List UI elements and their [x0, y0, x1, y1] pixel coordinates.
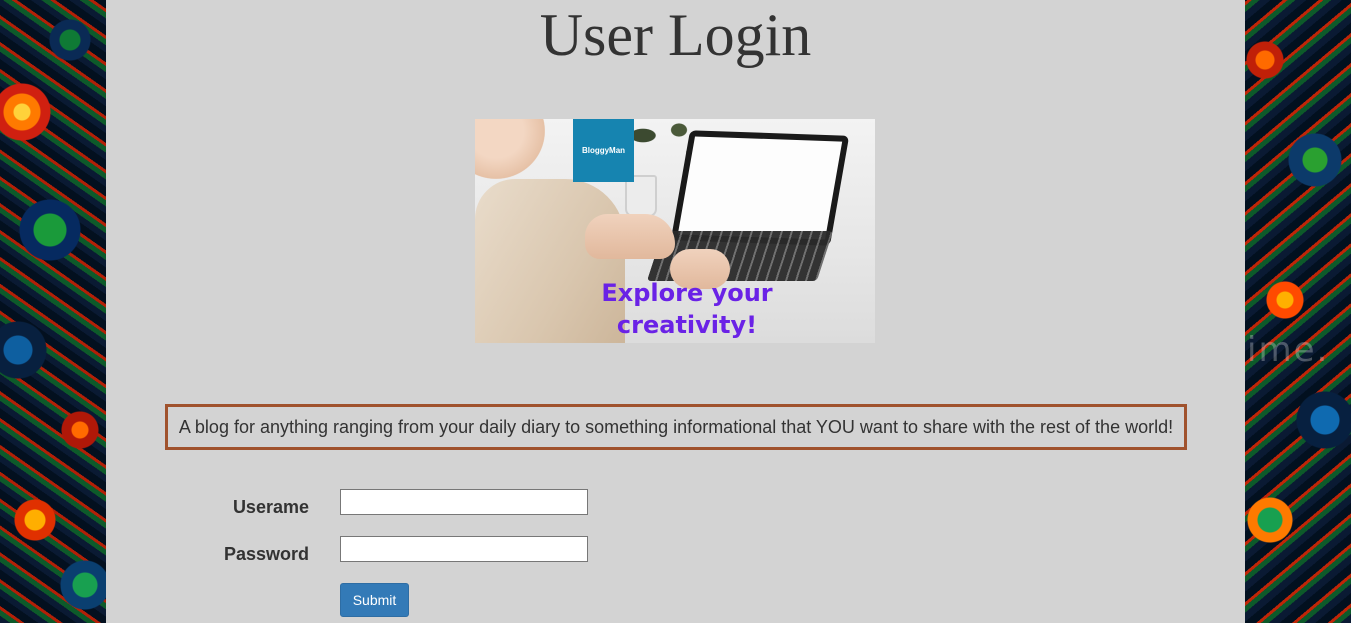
blog-description: A blog for anything ranging from your da… [165, 404, 1187, 450]
password-label: Password [223, 544, 309, 564]
brand-logo: BloggyMan [573, 119, 634, 182]
username-input[interactable] [340, 489, 588, 515]
hero-person-face [475, 119, 545, 179]
main-panel: User Login BloggyMan Explore your creati… [106, 0, 1245, 623]
right-background-art: ime. [1245, 0, 1351, 623]
hero-hand [585, 214, 675, 259]
username-label: Userame [232, 497, 309, 517]
password-input[interactable] [340, 536, 588, 562]
hero-image: BloggyMan Explore your creativity! [475, 119, 875, 343]
page-title: User Login [539, 2, 812, 68]
hero-laptop-screen [670, 130, 850, 246]
blog-description-text: A blog for anything ranging from your da… [178, 416, 1174, 437]
brand-label: BloggyMan [581, 146, 626, 155]
watermark-text: ime. [1247, 330, 1330, 370]
left-background-art [0, 0, 106, 623]
submit-button[interactable]: Submit [340, 583, 409, 617]
hero-tagline: Explore your creativity! [601, 279, 773, 339]
